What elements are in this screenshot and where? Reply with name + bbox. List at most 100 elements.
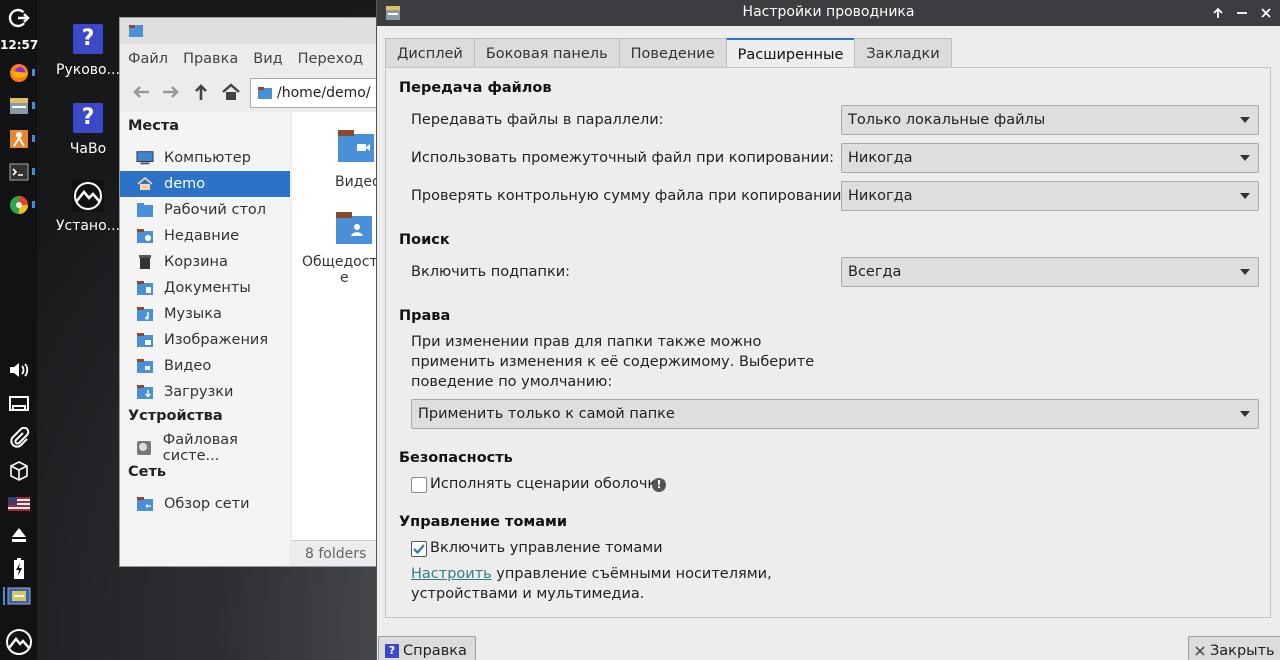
folder-label: Видео xyxy=(335,174,381,190)
clipboard-icon[interactable] xyxy=(0,425,37,451)
tab-display[interactable]: Дисплей xyxy=(385,38,475,68)
settings-person-icon[interactable] xyxy=(0,126,37,152)
folder-recent-icon xyxy=(136,228,154,244)
shell-scripts-label[interactable]: Исполнять сценарии оболочки xyxy=(430,476,666,492)
maximize-button[interactable] xyxy=(1208,3,1228,23)
package-icon[interactable] xyxy=(0,458,37,484)
shell-scripts-checkbox[interactable] xyxy=(411,477,427,493)
folder-app-icon xyxy=(129,25,143,37)
home-icon xyxy=(222,83,240,100)
tab-side-pane[interactable]: Боковая панель xyxy=(473,38,620,68)
close-button[interactable]: Закрыть xyxy=(1188,636,1280,660)
sidebar-item-desktop[interactable]: Рабочий стол xyxy=(120,197,290,223)
select-value: Применить только к самой папке xyxy=(418,406,675,422)
forward-button[interactable] xyxy=(156,78,186,106)
clock: 12:57 xyxy=(0,38,39,52)
sidebar-item-network[interactable]: Обзор сети xyxy=(120,491,290,517)
file-manager-launcher-icon[interactable] xyxy=(0,93,37,119)
minus-icon xyxy=(1237,12,1247,14)
permissions-text-line3: поведение по умолчанию: xyxy=(411,374,613,390)
arrow-left-icon xyxy=(133,86,149,98)
volume-management-label[interactable]: Включить управление томами xyxy=(430,540,663,556)
sidebar-item-label: Документы xyxy=(164,280,251,296)
tab-advanced[interactable]: Расширенные xyxy=(725,38,856,69)
folder-documents-icon xyxy=(136,280,154,296)
home-button[interactable] xyxy=(216,78,246,106)
sidebar-item-label: demo xyxy=(164,176,206,192)
permissions-text-line2: применить изменения к её содержимому. Вы… xyxy=(411,354,815,370)
help-icon: ? xyxy=(73,103,103,133)
taskbar-file-manager-icon[interactable] xyxy=(0,585,37,607)
sidebar-item-pictures[interactable]: Изображения xyxy=(120,327,290,353)
intermediate-file-label: Использовать промежуточный файл при копи… xyxy=(411,150,835,166)
file-manager-window[interactable]: Файл Правка Вид Переход За /home/demo/ М… xyxy=(119,17,389,567)
path-text: /home/demo/ xyxy=(277,85,371,101)
volume-icon[interactable] xyxy=(0,357,37,383)
sidebar-item-label: Корзина xyxy=(164,254,228,270)
keyboard-layout-flag-icon[interactable] xyxy=(0,491,37,517)
sidebar-item-downloads[interactable]: Загрузки xyxy=(120,379,290,405)
menu-logo-icon[interactable] xyxy=(0,627,37,657)
menu-file[interactable]: Файл xyxy=(128,51,168,67)
running-indicator xyxy=(32,135,35,142)
color-wheel-icon[interactable] xyxy=(0,192,37,218)
sidebar-item-label: Компьютер xyxy=(164,150,251,166)
trash-icon xyxy=(136,254,154,270)
intermediate-file-select[interactable]: Никогда xyxy=(841,143,1259,173)
tab-bookmarks[interactable]: Закладки xyxy=(854,38,952,68)
chevron-down-icon xyxy=(1240,269,1250,275)
minimize-button[interactable] xyxy=(1232,3,1252,23)
battery-icon[interactable] xyxy=(0,556,37,582)
close-window-button[interactable] xyxy=(1256,3,1276,23)
running-indicator xyxy=(32,201,35,208)
sidebar-item-recent[interactable]: Недавние xyxy=(120,223,290,249)
permissions-select[interactable]: Применить только к самой папке xyxy=(411,399,1259,429)
help-button[interactable]: ? Справка xyxy=(378,636,476,660)
sidebar-item-computer[interactable]: Компьютер xyxy=(120,145,290,171)
help-icon: ? xyxy=(385,644,399,658)
configure-link[interactable]: Настроить xyxy=(411,566,492,582)
arrow-right-icon xyxy=(163,86,179,98)
fm-menubar: Файл Правка Вид Переход За xyxy=(120,44,388,74)
dialog-titlebar[interactable]: Настройки проводника xyxy=(377,0,1280,26)
sidebar-item-filesystem[interactable]: Файловая систе... xyxy=(120,432,290,464)
sidebar-item-documents[interactable]: Документы xyxy=(120,275,290,301)
subfolders-select[interactable]: Всегда xyxy=(841,257,1259,287)
firefox-icon[interactable] xyxy=(0,60,37,86)
sidebar-item-demo[interactable]: demo xyxy=(120,171,290,197)
sidebar-item-videos[interactable]: Видео xyxy=(120,353,290,379)
sidebar-item-label: Рабочий стол xyxy=(164,202,267,218)
terminal-icon[interactable] xyxy=(0,159,37,185)
volume-management-checkbox[interactable] xyxy=(411,541,427,557)
section-permissions: Права xyxy=(399,308,451,324)
logout-icon[interactable] xyxy=(0,5,37,31)
fm-folder-view: Видео Общедосту е xyxy=(292,112,388,542)
eject-icon[interactable] xyxy=(0,522,37,548)
network-icon[interactable] xyxy=(0,391,37,417)
menu-edit[interactable]: Правка xyxy=(183,51,238,67)
places-header: Места xyxy=(128,118,180,134)
sidebar-item-label: Файловая систе... xyxy=(162,432,238,464)
menu-go[interactable]: Переход xyxy=(298,51,363,67)
checksum-select[interactable]: Никогда xyxy=(841,181,1259,211)
menu-view[interactable]: Вид xyxy=(253,51,282,67)
up-button[interactable] xyxy=(186,78,216,106)
tab-behavior[interactable]: Поведение xyxy=(618,38,727,68)
devices-header: Устройства xyxy=(128,408,223,424)
select-value: Только локальные файлы xyxy=(848,112,1046,128)
parallel-transfer-select[interactable]: Только локальные файлы xyxy=(841,105,1259,135)
running-indicator xyxy=(32,102,35,109)
fm-titlebar[interactable] xyxy=(120,18,388,44)
folder-videos-icon xyxy=(136,358,154,374)
path-bar[interactable]: /home/demo/ xyxy=(250,78,388,108)
dialog-title: Настройки проводника xyxy=(742,4,915,20)
preferences-dialog[interactable]: Настройки проводника Дисплей Боковая пан… xyxy=(376,0,1280,660)
folder-downloads-icon xyxy=(136,384,154,400)
sidebar-item-trash[interactable]: Корзина xyxy=(120,249,290,275)
active-task-indicator xyxy=(3,587,5,605)
permissions-text-line1: При изменении прав для папки также можно xyxy=(411,334,762,350)
back-button[interactable] xyxy=(126,78,156,106)
folder-music-icon xyxy=(136,306,154,322)
folder-videos-icon xyxy=(338,130,374,162)
sidebar-item-music[interactable]: Музыка xyxy=(120,301,290,327)
